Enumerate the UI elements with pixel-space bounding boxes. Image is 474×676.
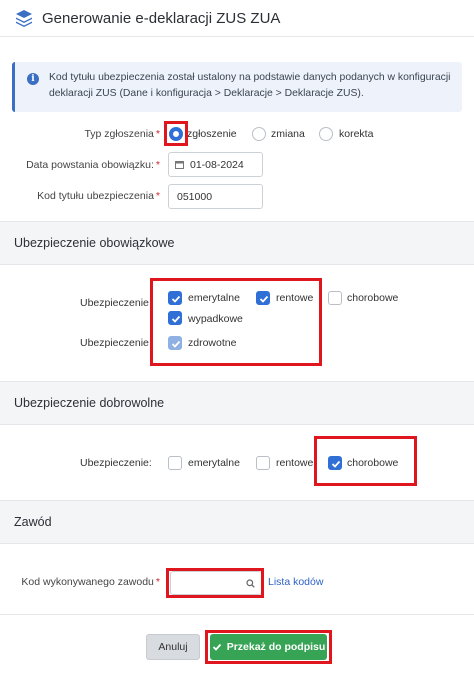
highlight-submit (205, 630, 332, 664)
section-zawod-title: Zawód (14, 515, 52, 529)
kod-label: Kod tytułu ubezpieczenia * (37, 190, 160, 202)
checkbox-label-chorobowe: chorobowe (347, 292, 399, 304)
section-obowiazkowe: Ubezpieczenie obowiązkowe (0, 221, 474, 265)
checkbox-chorobowe[interactable] (328, 291, 342, 305)
layers-icon (16, 10, 32, 27)
highlight-typ (164, 121, 188, 146)
cancel-button-label: Anuluj (158, 641, 188, 653)
info-text: Kod tytułu ubezpieczenia został ustalony… (49, 72, 451, 99)
highlight-dobrowolne (314, 436, 417, 486)
radio-label-korekta: korekta (339, 128, 374, 140)
dialog-title: Generowanie e-deklaracji ZUS ZUA (42, 9, 281, 27)
section-dobrowolne: Ubezpieczenie dobrowolne (0, 381, 474, 425)
obowiazkowe-row1-label: Ubezpieczenie (80, 297, 149, 309)
kod-value: 051000 (177, 190, 213, 203)
cancel-button[interactable]: Anuluj (146, 634, 200, 660)
lista-kodow-link[interactable]: Lista kodów (268, 576, 323, 588)
section-dobrowolne-title: Ubezpieczenie dobrowolne (14, 396, 165, 410)
radio-zmiana[interactable] (252, 127, 266, 141)
footer-divider (0, 614, 474, 615)
zawod-label: Kod wykonywanego zawodu * (21, 576, 160, 588)
info-box: i Kod tytułu ubezpieczenia został ustalo… (12, 62, 462, 112)
section-zawod: Zawód (0, 500, 474, 544)
dialog-header: Generowanie e-deklaracji ZUS ZUA (0, 0, 474, 37)
radio-label-zgloszenie: zgłoszenie (187, 128, 237, 140)
section-obowiazkowe-title: Ubezpieczenie obowiązkowe (14, 236, 175, 250)
highlight-zawod (166, 568, 264, 598)
data-label: Data powstania obowiązku: * (26, 159, 160, 171)
checkbox-dobr-rentowe[interactable] (256, 456, 270, 470)
date-field[interactable]: 01-08-2024 (168, 152, 263, 177)
info-icon: i (27, 73, 39, 85)
obowiazkowe-row2-label: Ubezpieczenie (80, 337, 149, 349)
date-value: 01-08-2024 (190, 158, 244, 171)
highlight-obowiazkowe (150, 278, 322, 366)
calendar-icon (175, 161, 184, 169)
dobrowolne-row-label: Ubezpieczenie: (80, 457, 152, 469)
kod-field[interactable]: 051000 (168, 184, 263, 209)
typ-label: Typ zgłoszenia * (84, 128, 160, 140)
checkbox-label-dobr-rentowe: rentowe (276, 457, 314, 469)
checkbox-dobr-emerytalne[interactable] (168, 456, 182, 470)
radio-label-zmiana: zmiana (271, 128, 305, 140)
radio-korekta[interactable] (319, 127, 333, 141)
checkbox-label-dobr-emerytalne: emerytalne (188, 457, 240, 469)
